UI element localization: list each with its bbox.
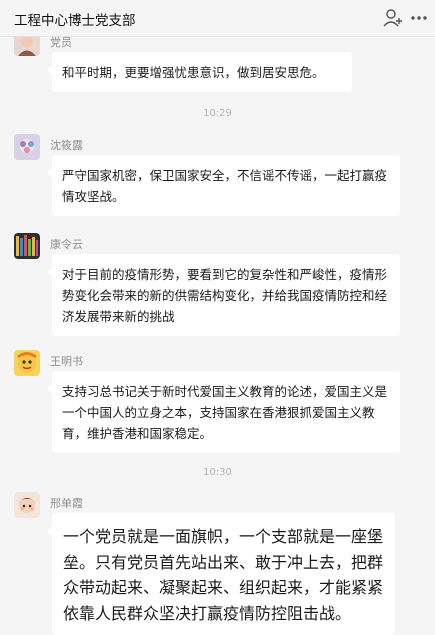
message-bubble[interactable]: 严守国家机密，保卫国家安全，不信谣不传谣，一起打赢疫情攻坚战。 (47, 155, 400, 216)
sender-name: 邢单霞 (50, 497, 83, 510)
sender-name: 沈筱露 (50, 139, 83, 152)
avatar[interactable] (14, 492, 40, 518)
message-bubble[interactable]: 支持习总书记关于新时代爱国主义教育的论述，爱国主义是一个中国人的立身之本，支持国… (47, 371, 400, 453)
avatar[interactable] (14, 233, 40, 259)
add-member-icon[interactable] (382, 7, 404, 29)
message-text: 严守国家机密，保卫国家安全，不信谣不传谣，一起打赢疫情攻坚战。 (62, 168, 388, 204)
avatar[interactable] (14, 134, 40, 160)
chat-area[interactable]: 党员 和平时期，更要增强忧患意识，做到居安思危。 10:29 沈筱露 严守国家机… (0, 0, 435, 635)
chat-header: 工程中心博士党支部 (0, 0, 435, 37)
message-text: 和平时期，更要增强忧患意识，做到居安思危。 (62, 65, 325, 80)
message-text: 一个党员就是一面旗帜，一个支部就是一座堡垒。只有党员首先站出来、敢于冲上去，把群… (63, 527, 384, 623)
more-icon[interactable] (408, 7, 430, 29)
message-bubble[interactable]: 对于目前的疫情形势，要看到它的复杂性和严峻性，疫情形势变化会带来的新的供需结构变… (47, 254, 400, 336)
message-bubble[interactable]: 一个党员就是一面旗帜，一个支部就是一座堡垒。只有党员首先站出来、敢于冲上去，把群… (47, 513, 395, 635)
chat-title: 工程中心博士党支部 (14, 13, 136, 29)
timestamp: 10:30 (203, 467, 232, 478)
timestamp: 10:29 (203, 108, 232, 119)
avatar-image (14, 233, 40, 259)
sender-name: 王明书 (50, 355, 83, 368)
message-bubble[interactable]: 和平时期，更要增强忧患意识，做到居安思危。 (47, 52, 352, 92)
avatar-image (14, 492, 40, 518)
avatar-image (14, 350, 40, 376)
sender-name: 康令云 (50, 238, 83, 251)
message-text: 支持习总书记关于新时代爱国主义教育的论述，爱国主义是一个中国人的立身之本，支持国… (62, 384, 388, 441)
avatar[interactable] (14, 350, 40, 376)
avatar-image (14, 134, 40, 160)
message-text: 对于目前的疫情形势，要看到它的复杂性和严峻性，疫情形势变化会带来的新的供需结构变… (62, 267, 388, 324)
